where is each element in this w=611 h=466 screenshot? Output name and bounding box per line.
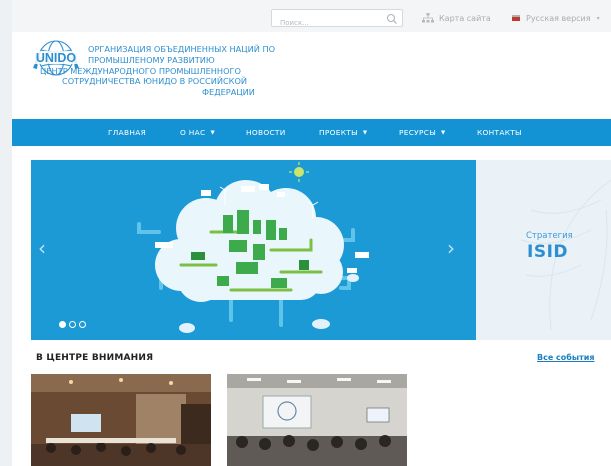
- nav-item-about[interactable]: О НАС ▼: [180, 119, 215, 146]
- slide-dot-1[interactable]: [59, 321, 66, 328]
- nav-label: НОВОСТИ: [246, 128, 286, 137]
- slider-pagination: [59, 321, 86, 328]
- event-photo-1[interactable]: [31, 374, 211, 466]
- nav-label: ПРОЕКТЫ: [319, 128, 358, 137]
- nav-item-contacts[interactable]: КОНТАКТЫ: [477, 119, 522, 146]
- org-title-line-1: ОРГАНИЗАЦИЯ ОБЪЕДИНЕННЫХ НАЦИЙ ПО: [88, 44, 276, 54]
- nav-item-news[interactable]: НОВОСТИ: [246, 119, 286, 146]
- hero-slider[interactable]: ‹ ›: [31, 160, 476, 340]
- language-label: Русская версия: [526, 13, 591, 23]
- isid-label: ISID: [527, 242, 569, 262]
- org-title-line-5: ФЕДЕРАЦИИ: [202, 87, 255, 98]
- chevron-down-icon: ▼: [362, 130, 368, 136]
- search-icon[interactable]: [386, 13, 398, 25]
- slide-dot-2[interactable]: [69, 321, 76, 328]
- previous-slide-arrow[interactable]: ‹: [38, 236, 46, 260]
- nav-item-home[interactable]: ГЛАВНАЯ: [108, 119, 146, 146]
- nav-label: КОНТАКТЫ: [477, 128, 522, 137]
- conference-room-photo: [31, 374, 211, 466]
- industrial-cloud-illustration: [137, 162, 369, 333]
- sitemap-label: Карта сайта: [439, 13, 491, 23]
- main-nav: ГЛАВНАЯ О НАС ▼ НОВОСТИ ПРОЕКТЫ ▼ РЕСУРСЫ ▼…: [12, 119, 611, 146]
- page: Карта сайта Русская версия ▾ UNIDO ОРГАН…: [12, 0, 611, 466]
- sitemap-icon: [422, 13, 434, 23]
- search-box[interactable]: [271, 9, 403, 31]
- nav-label: О НАС: [180, 128, 206, 137]
- nav-label: РЕСУРСЫ: [399, 128, 437, 137]
- org-title-line-4: СОТРУДНИЧЕСТВА ЮНИДО В РОССИЙСКОЙ: [62, 76, 248, 87]
- chevron-down-icon: ▾: [596, 14, 600, 22]
- chevron-down-icon: ▼: [210, 130, 215, 136]
- org-title-line-2: ПРОМЫШЛЕНОМУ РАЗВИТИЮ: [88, 54, 215, 65]
- nav-item-resources[interactable]: РЕСУРСЫ ▼: [399, 119, 446, 146]
- conference-hall-photo: [227, 374, 407, 466]
- utility-bar: Карта сайта Русская версия ▾: [12, 0, 611, 32]
- organization-title: ОРГАНИЗАЦИЯ ОБЪЕДИНЕННЫХ НАЦИЙ ПО ПРОМЫШ…: [40, 44, 310, 98]
- next-slide-arrow[interactable]: ›: [447, 236, 455, 260]
- section-title: В ЦЕНТРЕ ВНИМАНИЯ: [36, 353, 154, 363]
- nav-label: ГЛАВНАЯ: [108, 128, 147, 137]
- event-photo-2[interactable]: [227, 374, 407, 466]
- strategy-label: Стратегия: [526, 231, 573, 241]
- search-input[interactable]: [272, 15, 380, 31]
- all-events-link[interactable]: Все события: [537, 353, 595, 362]
- russia-flag-icon: [512, 15, 520, 21]
- strategy-isid-banner[interactable]: Стратегия ISID: [476, 160, 611, 340]
- org-title-line-3: ЦЕНТР МЕЖДУНАРОДНОГО ПРОМЫШЛЕННОГО: [40, 65, 241, 76]
- chevron-down-icon: ▼: [441, 130, 446, 136]
- nav-item-projects[interactable]: ПРОЕКТЫ ▼: [319, 119, 367, 146]
- slide-dot-3[interactable]: [79, 321, 86, 328]
- language-selector[interactable]: Русская версия ▾: [512, 11, 600, 25]
- sitemap-link[interactable]: Карта сайта: [422, 11, 491, 25]
